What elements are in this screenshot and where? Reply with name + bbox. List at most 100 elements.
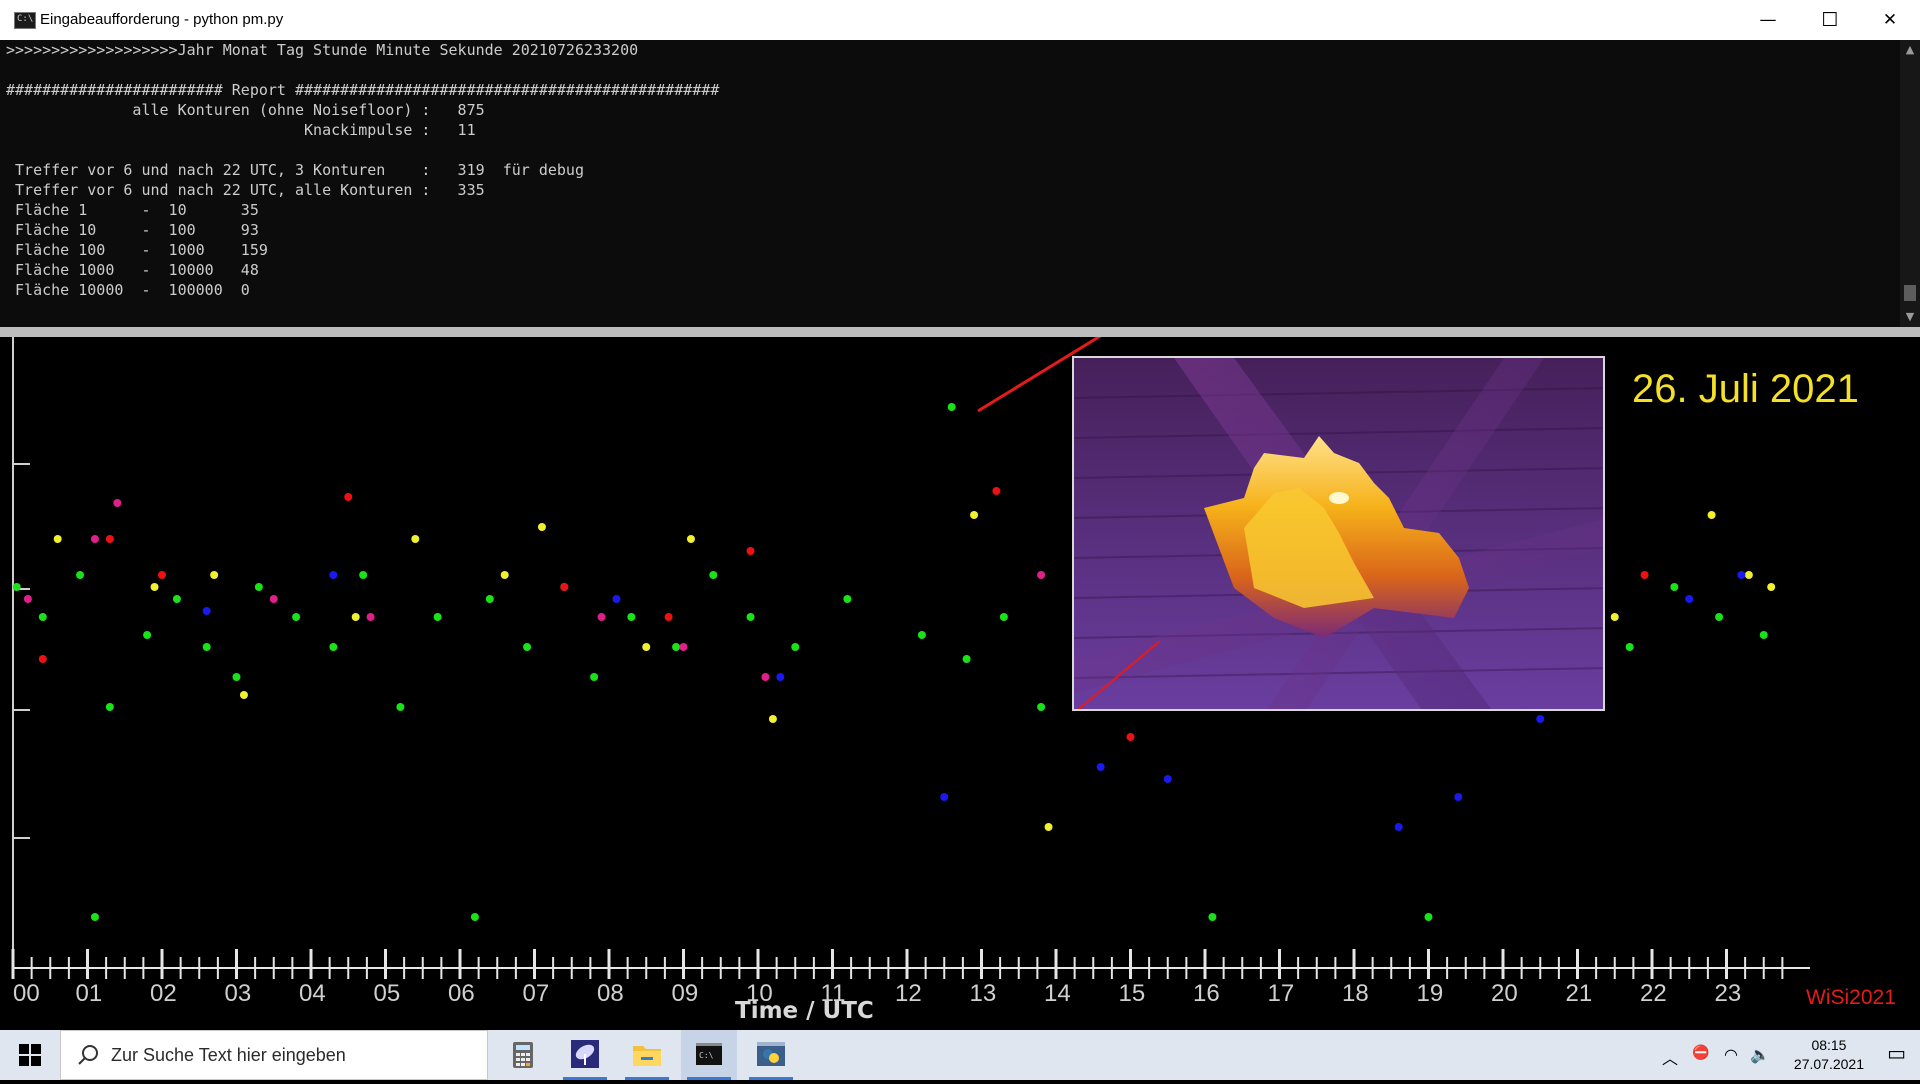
meteor-chart-area: 00 01 02 03 04 05 06 07 08 09 10 11 12 13 14 15 16 17 18 19… xyxy=(0,337,1920,1030)
meteor-point xyxy=(612,595,621,603)
x-tick-label: 20 xyxy=(1491,980,1518,1007)
meteor-point xyxy=(768,715,777,723)
meteor-point xyxy=(1037,571,1046,579)
meteor-point xyxy=(202,643,211,651)
x-tick-label: 05 xyxy=(374,980,401,1007)
x-tick-label: 12 xyxy=(895,980,922,1007)
meteor-point xyxy=(1126,733,1135,741)
meteor-point xyxy=(105,703,114,711)
meteor-point xyxy=(1640,571,1649,579)
scroll-down-icon[interactable]: ▼ xyxy=(1900,307,1920,327)
date-label: 26. Juli 2021 xyxy=(1632,367,1859,411)
taskbar-app-file-explorer[interactable] xyxy=(619,1030,675,1080)
meteor-point xyxy=(843,595,852,603)
windows-logo-icon xyxy=(19,1044,41,1066)
x-tick-label: 00 xyxy=(13,980,40,1007)
taskbar-app-calculator[interactable] xyxy=(495,1030,551,1080)
wifi-icon[interactable]: ◠ xyxy=(1724,1045,1738,1064)
meteor-point xyxy=(1685,595,1694,603)
meteor-point xyxy=(351,613,360,621)
meteor-point xyxy=(917,631,926,639)
window-title: Eingabeaufforderung - python pm.py xyxy=(40,11,284,28)
console-text: >>>>>>>>>>>>>>>>>>>Jahr Monat Tag Stunde… xyxy=(6,41,720,299)
meteor-point xyxy=(1670,583,1679,591)
network-disconnected-icon[interactable]: ⛔ xyxy=(1692,1045,1709,1061)
start-button[interactable] xyxy=(0,1030,60,1080)
clock-date: 27.07.2021 xyxy=(1793,1056,1864,1072)
scroll-up-icon[interactable]: ▲ xyxy=(1900,40,1920,60)
minimize-button[interactable]: — xyxy=(1740,0,1796,40)
window-title-bar[interactable]: C:\ Eingabeaufforderung - python pm.py —… xyxy=(0,0,1920,41)
console-scrollbar[interactable]: ▲ ▼ xyxy=(1900,40,1920,327)
meteor-point xyxy=(686,535,695,543)
meteor-point xyxy=(1394,823,1403,831)
calculator-icon xyxy=(513,1042,533,1068)
meteor-point xyxy=(947,403,956,411)
meteor-point xyxy=(1096,763,1105,771)
meteor-point xyxy=(470,913,479,921)
x-axis-ticks: 00 01 02 03 04 05 06 07 08 09 10 11 12 13 14 15 16 17 18 19… xyxy=(11,949,1784,1007)
meteor-point xyxy=(992,487,1001,495)
meteor-point xyxy=(746,547,755,555)
x-tick-label: 14 xyxy=(1044,980,1071,1007)
waterfall-3d-inset xyxy=(1072,356,1605,711)
x-tick-label: 22 xyxy=(1640,980,1667,1007)
x-tick-label: 09 xyxy=(672,980,699,1007)
meteor-point xyxy=(433,613,442,621)
system-tray: ︿ ⛔ ◠ 🔈 08:15 27.07.2021 ▭ xyxy=(1620,1030,1920,1080)
meteor-point xyxy=(761,673,770,681)
notification-icon[interactable]: ▭ xyxy=(1887,1041,1906,1065)
taskbar-app-radio-telescope[interactable] xyxy=(557,1030,613,1080)
meteor-point xyxy=(158,571,166,579)
meteor-point xyxy=(38,655,47,663)
chevron-up-icon[interactable]: ︿ xyxy=(1662,1045,1678,1069)
x-tick-label: 07 xyxy=(523,980,550,1007)
console-output[interactable]: >>>>>>>>>>>>>>>>>>>Jahr Monat Tag Stunde… xyxy=(0,40,1920,327)
taskbar-app-terminal[interactable]: C:\ xyxy=(681,1030,737,1080)
taskbar-search-box[interactable]: Zur Suche Text hier eingeben xyxy=(60,1030,488,1080)
meteor-point xyxy=(500,571,509,579)
x-tick-label: 13 xyxy=(970,980,997,1007)
x-tick-label: 03 xyxy=(225,980,252,1007)
meteor-point xyxy=(1767,583,1776,591)
meteor-point xyxy=(143,631,152,639)
meteor-point xyxy=(1744,571,1753,579)
meteor-point xyxy=(962,655,971,663)
meteor-point xyxy=(672,643,681,651)
meteor-point xyxy=(597,613,606,621)
svg-text:C:\: C:\ xyxy=(699,1051,714,1060)
meteor-point xyxy=(53,535,62,543)
meteor-point xyxy=(791,643,800,651)
meteor-point xyxy=(590,673,599,681)
meteor-point xyxy=(627,613,636,621)
signature-label: WiSi2021 xyxy=(1806,986,1896,1009)
meteor-point xyxy=(679,643,688,651)
x-axis-label: Time / UTC xyxy=(735,998,874,1024)
meteor-point xyxy=(113,499,122,507)
meteor-point xyxy=(254,583,263,591)
meteor-point xyxy=(1625,643,1634,651)
meteor-point xyxy=(940,793,949,801)
meteor-point xyxy=(537,523,546,531)
scrollbar-thumb[interactable] xyxy=(1904,285,1916,301)
meteor-point xyxy=(239,691,248,699)
meteor-point xyxy=(90,913,99,921)
meteor-point xyxy=(329,571,338,579)
clock-time: 08:15 xyxy=(1811,1037,1847,1053)
volume-icon[interactable]: 🔈 xyxy=(1750,1045,1770,1064)
meteor-point xyxy=(1759,631,1768,639)
meteor-point xyxy=(359,571,368,579)
close-button[interactable]: ✕ xyxy=(1862,0,1918,40)
meteor-point xyxy=(396,703,405,711)
x-tick-label: 15 xyxy=(1119,980,1146,1007)
meteor-point xyxy=(776,673,785,681)
x-tick-label: 23 xyxy=(1715,980,1742,1007)
clock[interactable]: 08:15 27.07.2021 xyxy=(1794,1036,1864,1074)
meteor-point xyxy=(999,613,1008,621)
meteor-point xyxy=(1454,793,1463,801)
meteor-point xyxy=(1163,775,1172,783)
meteor-point xyxy=(523,643,532,651)
maximize-button[interactable]: ☐ xyxy=(1802,0,1858,40)
meteor-point xyxy=(1737,571,1746,579)
taskbar-app-python[interactable] xyxy=(743,1030,799,1080)
